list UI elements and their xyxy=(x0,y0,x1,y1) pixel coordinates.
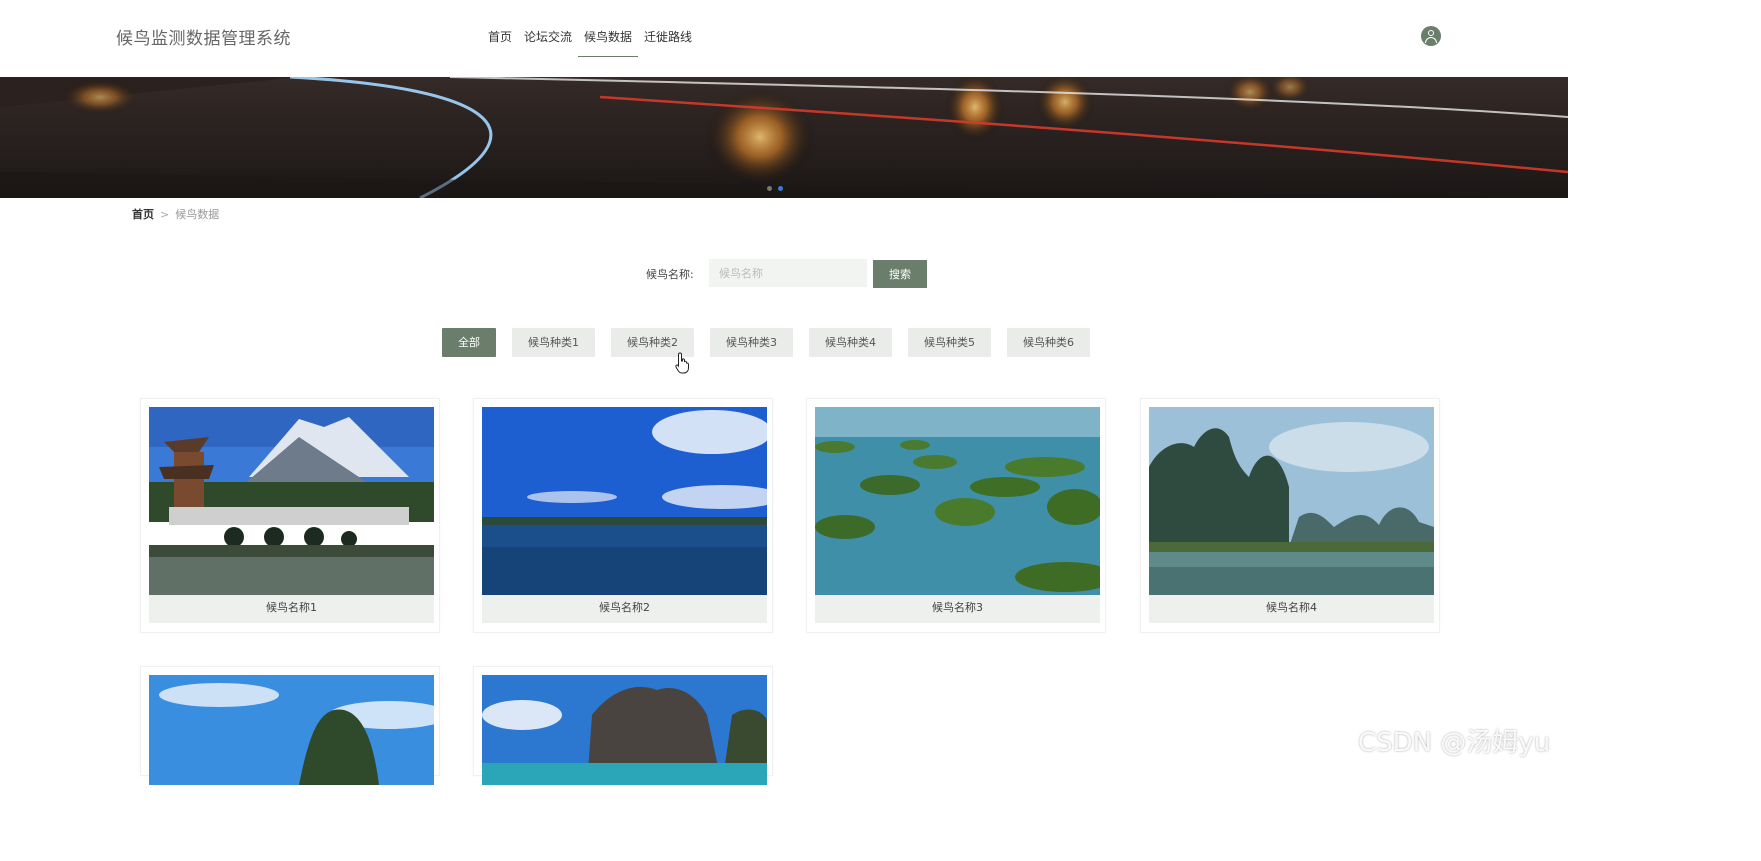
carousel-dot-1[interactable] xyxy=(767,186,772,191)
bird-card-6[interactable] xyxy=(473,666,773,785)
csdn-watermark: CSDN @汤姆yu xyxy=(1358,728,1551,758)
bird-card-image-4[interactable] xyxy=(1149,407,1434,595)
bird-card-1[interactable]: 候鸟名称1 xyxy=(140,398,440,633)
category-filter: 全部 候鸟种类1 候鸟种类2 候鸟种类3 候鸟种类4 候鸟种类5 候鸟种类6 xyxy=(442,328,1090,357)
nav-home[interactable]: 首页 xyxy=(482,27,518,57)
user-avatar-icon[interactable] xyxy=(1421,26,1441,46)
header: 候鸟监测数据管理系统 首页 论坛交流 候鸟数据 迁徙路线 xyxy=(0,0,1568,76)
bird-card-label-2: 候鸟名称2 xyxy=(482,595,767,623)
search-input[interactable] xyxy=(709,259,867,287)
nav-bird-data[interactable]: 候鸟数据 xyxy=(578,27,639,57)
carousel-dots xyxy=(767,186,783,191)
category-4[interactable]: 候鸟种类4 xyxy=(809,328,892,357)
search-label: 候鸟名称: xyxy=(646,268,694,281)
breadcrumb: 首页 > 候鸟数据 xyxy=(132,206,219,222)
bird-card-label-3: 候鸟名称3 xyxy=(815,595,1100,623)
bird-card-image-2[interactable] xyxy=(482,407,767,595)
search-button[interactable]: 搜索 xyxy=(873,260,927,288)
bird-card-5[interactable] xyxy=(140,666,440,785)
category-6[interactable]: 候鸟种类6 xyxy=(1007,328,1090,357)
banner-image xyxy=(0,77,1568,198)
carousel-dot-2[interactable] xyxy=(778,186,783,191)
breadcrumb-home[interactable]: 首页 xyxy=(132,206,154,222)
breadcrumb-current: 候鸟数据 xyxy=(175,208,220,221)
bird-card-image-5[interactable] xyxy=(149,675,434,785)
nav-forum[interactable]: 论坛交流 xyxy=(518,27,578,57)
category-1[interactable]: 候鸟种类1 xyxy=(512,328,595,357)
site-logo-text[interactable]: 候鸟监测数据管理系统 xyxy=(116,24,291,49)
hand-cursor-icon xyxy=(675,352,689,374)
nav-migration-route[interactable]: 迁徙路线 xyxy=(638,27,698,57)
bird-card-image-3[interactable] xyxy=(815,407,1100,595)
bird-card-4[interactable]: 候鸟名称4 xyxy=(1140,398,1440,633)
category-all[interactable]: 全部 xyxy=(442,328,496,357)
breadcrumb-separator: > xyxy=(160,207,170,221)
category-5[interactable]: 候鸟种类5 xyxy=(908,328,991,357)
bird-card-3[interactable]: 候鸟名称3 xyxy=(806,398,1106,633)
category-3[interactable]: 候鸟种类3 xyxy=(710,328,793,357)
bird-card-label-4: 候鸟名称4 xyxy=(1149,595,1434,623)
bird-card-2[interactable]: 候鸟名称2 xyxy=(473,398,773,633)
bird-card-image-1[interactable] xyxy=(149,407,434,595)
banner-carousel xyxy=(0,77,1568,198)
bird-card-label-1: 候鸟名称1 xyxy=(149,595,434,623)
main-nav: 首页 论坛交流 候鸟数据 迁徙路线 xyxy=(482,27,698,57)
bird-card-image-6[interactable] xyxy=(482,675,767,785)
